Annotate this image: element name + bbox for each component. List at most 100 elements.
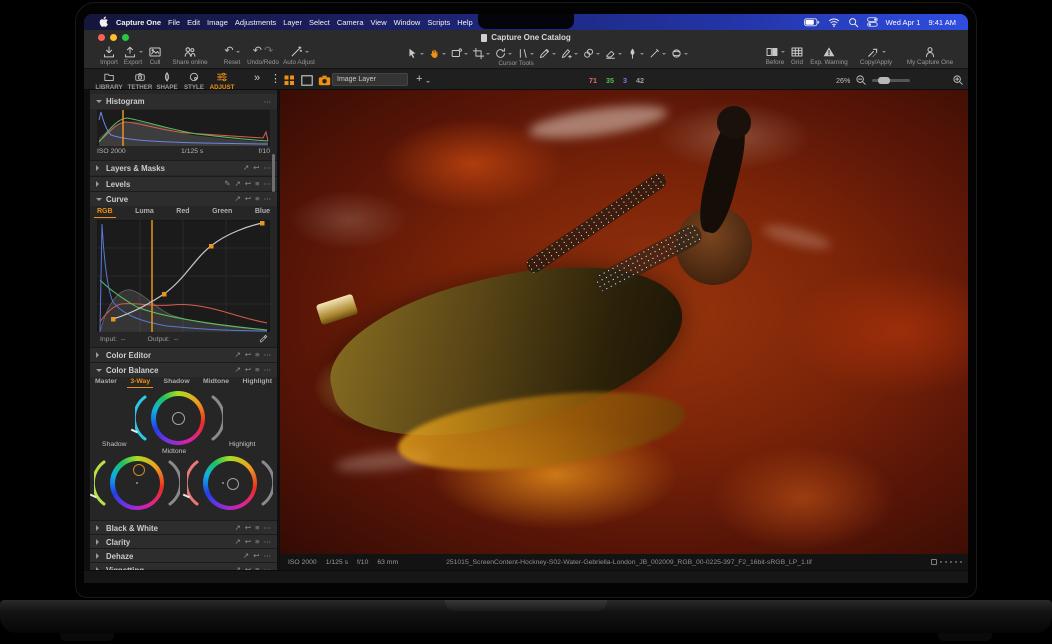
heal-tool-button[interactable] [560, 47, 578, 60]
exposure-warning-button[interactable]: Exp. Warning [806, 45, 852, 66]
cb-tab-midtone[interactable]: Midtone [200, 377, 232, 388]
pointer-tool-button[interactable] [406, 47, 424, 60]
copy-adjustments-icon[interactable]: ↗ [243, 164, 249, 172]
histogram-graph[interactable] [97, 110, 270, 146]
auto-adjust-button[interactable]: Auto Adjust [276, 45, 322, 66]
panel-header-black-white[interactable]: Black & White ↗ ↩ ≡ ⋯ [90, 520, 277, 535]
menu-item-file[interactable]: File [168, 18, 180, 27]
menu-item-select[interactable]: Select [309, 18, 330, 27]
thumbnails-grid-icon[interactable] [284, 75, 295, 86]
copy-adjustments-icon[interactable]: ↗ [235, 180, 241, 188]
rating-dot[interactable] [940, 561, 942, 563]
curve-tab-rgb[interactable]: RGB [94, 207, 116, 218]
menu-app-name[interactable]: Capture One [116, 18, 161, 27]
my-capture-one-button[interactable]: My Capture One [902, 45, 958, 66]
tab-style[interactable]: STYLE [181, 71, 207, 91]
panel-header-levels[interactable]: Levels ✎ ↗ ↩ ≡ ⋯ [90, 176, 277, 191]
panel-header-layers-masks[interactable]: Layers & Masks ↗ ↩ ⋯ [90, 160, 277, 175]
reset-adjustments-icon[interactable]: ↩ [253, 552, 259, 560]
eyedropper-icon[interactable] [258, 334, 268, 344]
more-icon[interactable]: ⋯ [264, 524, 272, 532]
zoom-out-icon[interactable] [855, 74, 867, 86]
expand-tools-button[interactable]: » [254, 72, 260, 84]
reset-adjustments-icon[interactable]: ↩ [245, 524, 251, 532]
menu-item-scripts[interactable]: Scripts [427, 18, 450, 27]
panel-header-color-balance[interactable]: Color Balance ↗ ↩ ≡ ⋯ [90, 362, 277, 377]
curve-tab-red[interactable]: Red [173, 207, 192, 218]
presets-menu-icon[interactable]: ≡ [255, 524, 259, 532]
presets-menu-icon[interactable]: ≡ [255, 538, 259, 546]
reset-adjustments-icon[interactable]: ↩ [245, 351, 251, 359]
more-icon[interactable]: ⋯ [264, 180, 272, 188]
battery-icon[interactable] [804, 18, 820, 27]
copy-adjustments-icon[interactable]: ↗ [235, 538, 241, 546]
rotate-tool-button[interactable] [494, 47, 512, 60]
reset-adjustments-icon[interactable]: ↩ [245, 180, 251, 188]
panel-header-color-editor[interactable]: Color Editor ↗ ↩ ≡ ⋯ [90, 347, 277, 362]
crop-tool-button[interactable] [472, 47, 490, 60]
curve-tab-green[interactable]: Green [209, 207, 235, 218]
reset-adjustments-icon[interactable]: ↩ [245, 195, 251, 203]
more-tools-button[interactable]: ⋮ [270, 72, 281, 85]
panel-header-vignetting[interactable]: Vignetting ↗ ↩ ≡ ⋯ [90, 562, 277, 570]
straighten-tool-button[interactable] [516, 47, 534, 60]
spotlight-search-icon[interactable] [848, 17, 859, 28]
panel-header-histogram[interactable]: Histogram ⋯ [90, 94, 277, 109]
menu-item-adjustments[interactable]: Adjustments [235, 18, 276, 27]
highlight-wheel-indicator[interactable] [227, 478, 239, 490]
more-icon[interactable]: ⋯ [264, 538, 272, 546]
highlight-saturation-arc[interactable] [187, 458, 199, 508]
sidebar-scrollbar[interactable] [272, 154, 275, 192]
more-icon[interactable]: ⋯ [264, 366, 272, 374]
add-layer-button[interactable]: + [416, 73, 422, 85]
shadow-saturation-arc[interactable] [94, 458, 106, 508]
clone-tool-button[interactable] [582, 47, 600, 60]
copy-adjustments-icon[interactable]: ↗ [235, 366, 241, 374]
presets-menu-icon[interactable]: ≡ [255, 366, 259, 374]
menu-item-window[interactable]: Window [394, 18, 421, 27]
wifi-icon[interactable] [828, 17, 840, 27]
more-icon[interactable]: ⋯ [264, 552, 272, 560]
presets-menu-icon[interactable]: ≡ [255, 195, 259, 203]
more-icon[interactable]: ⋯ [264, 98, 272, 106]
tab-shape[interactable]: SHAPE [154, 71, 180, 91]
color-tag-icon[interactable] [931, 559, 937, 565]
midtone-saturation-arc[interactable] [135, 393, 147, 443]
cb-tab-highlight[interactable]: Highlight [240, 377, 275, 388]
copy-adjustments-icon[interactable]: ↗ [235, 195, 241, 203]
apple-logo-icon[interactable] [99, 16, 109, 28]
copy-adjustments-icon[interactable]: ↗ [235, 524, 241, 532]
viewer-mode-icon[interactable] [301, 75, 313, 86]
copy-adjustments-icon[interactable]: ↗ [243, 552, 249, 560]
midtone-wheel-indicator[interactable] [172, 412, 185, 425]
curve-graph[interactable] [97, 220, 270, 332]
panel-header-clarity[interactable]: Clarity ↗ ↩ ≡ ⋯ [90, 534, 277, 549]
presets-menu-icon[interactable]: ≡ [255, 351, 259, 359]
more-icon[interactable]: ⋯ [264, 164, 272, 172]
reset-adjustments-icon[interactable]: ↩ [245, 538, 251, 546]
tab-library[interactable]: LIBRARY [94, 71, 124, 91]
copy-adjustments-icon[interactable]: ↗ [235, 351, 241, 359]
menu-item-edit[interactable]: Edit [187, 18, 200, 27]
menu-item-camera[interactable]: Camera [337, 18, 364, 27]
viewer-image[interactable] [280, 90, 968, 554]
pan-hand-tool-button[interactable] [428, 47, 446, 60]
live-view-camera-icon[interactable] [318, 75, 331, 86]
cb-tab-3way[interactable]: 3-Way [127, 377, 153, 388]
menu-item-image[interactable]: Image [207, 18, 228, 27]
reset-adjustments-icon[interactable]: ↩ [253, 164, 259, 172]
rating-dot[interactable] [960, 561, 962, 563]
more-icon[interactable]: ⋯ [264, 195, 272, 203]
menu-item-view[interactable]: View [371, 18, 387, 27]
share-online-button[interactable]: Share online [164, 45, 216, 66]
copy-apply-button[interactable]: Copy/Apply [852, 45, 900, 66]
zoom-slider[interactable] [872, 79, 910, 82]
rating-dot[interactable] [955, 561, 957, 563]
draw-mask-tool-button[interactable] [626, 47, 644, 60]
chevron-down-icon[interactable] [426, 81, 430, 85]
layer-select[interactable]: Image Layer [332, 73, 408, 86]
shadow-wheel-indicator[interactable] [133, 464, 145, 476]
rating-dot[interactable] [945, 561, 947, 563]
shadow-lightness-arc[interactable] [168, 458, 180, 508]
panel-header-dehaze[interactable]: Dehaze ↗ ↩ ⋯ [90, 548, 277, 563]
